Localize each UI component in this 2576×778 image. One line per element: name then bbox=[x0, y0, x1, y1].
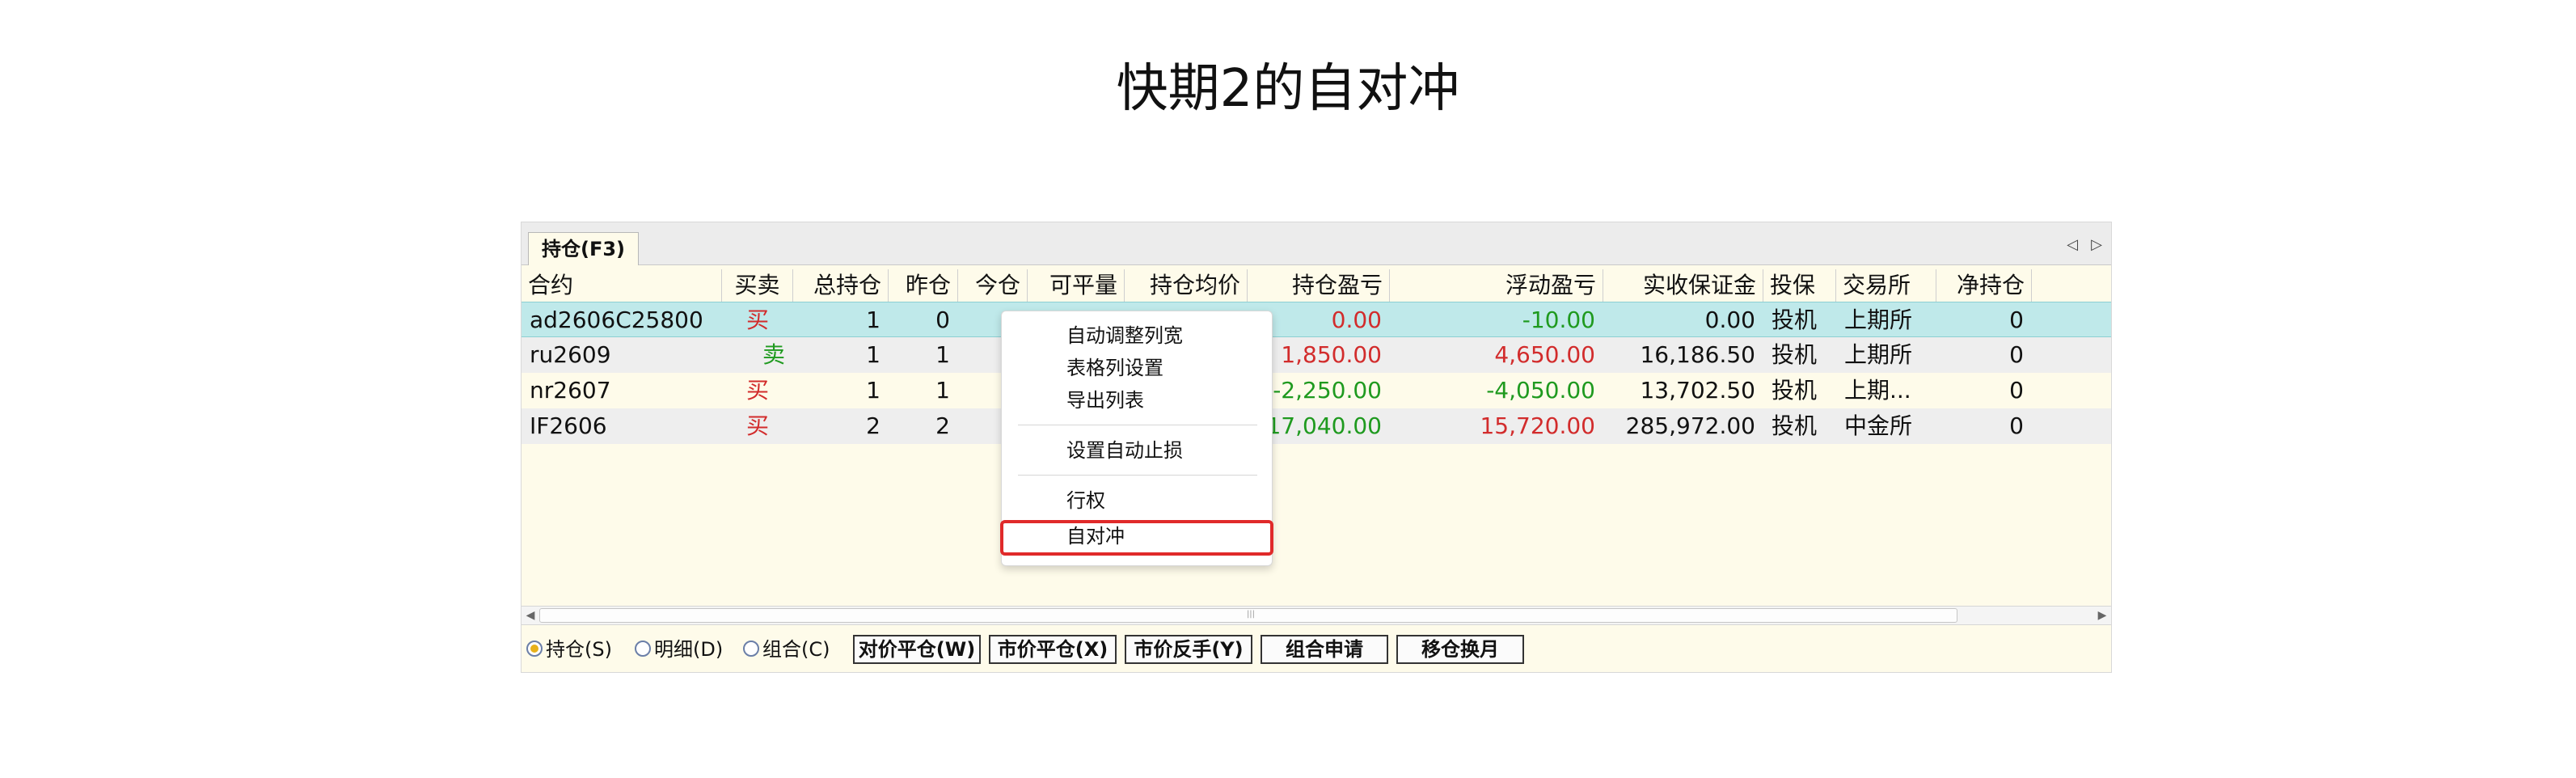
combination-apply-button[interactable]: 组合申请 bbox=[1261, 635, 1388, 664]
cell-yesterday: 2 bbox=[935, 412, 950, 439]
cell-exchange: 中金所 bbox=[1844, 412, 1913, 439]
cell-contract: ad2606C25800 bbox=[530, 307, 703, 333]
col-header-contract[interactable]: 合约 bbox=[522, 269, 722, 302]
cell-net: 0 bbox=[2009, 307, 2024, 333]
cell-net: 0 bbox=[2009, 377, 2024, 404]
radio-positions[interactable]: 持仓(S) bbox=[526, 636, 612, 662]
cell-margin: 0.00 bbox=[1704, 307, 1755, 333]
scroll-left-icon[interactable]: ◀ bbox=[522, 607, 539, 624]
bottom-toolbar: 持仓(S) 明细(D) 组合(C) 对价平仓(W) 市价平仓(X) 市价反手(Y… bbox=[522, 627, 2111, 672]
radio-label: 明细(D) bbox=[654, 638, 724, 661]
cell-margin: 16,186.50 bbox=[1640, 341, 1755, 368]
col-header-net[interactable]: 净持仓 bbox=[1936, 269, 2032, 302]
col-header-total[interactable]: 总持仓 bbox=[793, 269, 889, 302]
cell-total: 1 bbox=[866, 341, 880, 368]
table-header: 合约 买卖 总持仓 昨仓 今仓 可平量 持仓均价 持仓盈亏 浮动盈亏 实收保证金… bbox=[522, 269, 2111, 302]
menu-item-auto-fit-columns[interactable]: 自动调整列宽 bbox=[1002, 319, 1272, 352]
col-header-side[interactable]: 买卖 bbox=[722, 269, 793, 302]
radio-label: 组合(C) bbox=[762, 638, 830, 661]
col-header-yesterday[interactable]: 昨仓 bbox=[889, 269, 958, 302]
cell-exchange: 上期所 bbox=[1844, 307, 1913, 333]
tab-positions[interactable]: 持仓(F3) bbox=[528, 232, 640, 265]
menu-separator bbox=[1018, 475, 1257, 476]
menu-item-export-list[interactable]: 导出列表 bbox=[1002, 384, 1272, 416]
col-header-avg-price[interactable]: 持仓均价 bbox=[1125, 269, 1248, 302]
menu-item-column-settings[interactable]: 表格列设置 bbox=[1002, 352, 1272, 384]
cell-contract: ru2609 bbox=[530, 341, 611, 368]
cell-hedge: 投机 bbox=[1772, 412, 1818, 439]
radio-details[interactable]: 明细(D) bbox=[635, 636, 723, 662]
radio-combination[interactable]: 组合(C) bbox=[743, 636, 830, 662]
table-row[interactable]: ru2609 卖 1 1 1,850.00 4,650.00 16,186.50… bbox=[522, 337, 2111, 373]
cell-total: 1 bbox=[866, 377, 880, 404]
cell-side: 买 bbox=[745, 307, 769, 333]
table-row[interactable]: nr2607 买 1 1 -2,250.00 -4,050.00 13,702.… bbox=[522, 373, 2111, 408]
cell-side: 卖 bbox=[762, 341, 785, 368]
cell-exchange: 上期... bbox=[1844, 377, 1911, 404]
radio-label: 持仓(S) bbox=[546, 638, 612, 661]
cell-hedge: 投机 bbox=[1772, 341, 1818, 368]
cell-margin: 13,702.50 bbox=[1640, 377, 1755, 404]
tab-prev-icon[interactable]: ◁ bbox=[2064, 235, 2080, 255]
close-at-market-button[interactable]: 市价平仓(X) bbox=[989, 635, 1117, 664]
col-header-margin[interactable]: 实收保证金 bbox=[1603, 269, 1763, 302]
table-row[interactable]: IF2606 买 2 2 17,040.00 15,720.00 285,972… bbox=[522, 408, 2111, 444]
col-header-hedge[interactable]: 投保 bbox=[1763, 269, 1836, 302]
context-menu: 自动调整列宽 表格列设置 导出列表 设置自动止损 行权 自对冲 bbox=[1000, 311, 1273, 566]
col-header-exchange[interactable]: 交易所 bbox=[1836, 269, 1936, 302]
grip-icon: ||| bbox=[1246, 610, 1256, 619]
col-header-closable[interactable]: 可平量 bbox=[1028, 269, 1125, 302]
cell-side: 买 bbox=[745, 412, 769, 439]
cell-side: 买 bbox=[745, 377, 769, 404]
cell-hedge: 投机 bbox=[1772, 307, 1818, 333]
radio-icon bbox=[743, 641, 759, 657]
cell-yesterday: 1 bbox=[935, 377, 950, 404]
cell-net: 0 bbox=[2009, 412, 2024, 439]
radio-selected-icon bbox=[526, 641, 543, 657]
cell-yesterday: 0 bbox=[935, 307, 950, 333]
cell-float-pnl: -4,050.00 bbox=[1486, 377, 1595, 404]
cell-hedge: 投机 bbox=[1772, 377, 1818, 404]
cell-net: 0 bbox=[2009, 341, 2024, 368]
radio-icon bbox=[635, 641, 651, 657]
menu-item-exercise[interactable]: 行权 bbox=[1002, 484, 1272, 517]
tab-bar: 持仓(F3) ◁ ▷ bbox=[522, 222, 2111, 265]
col-header-float-pnl[interactable]: 浮动盈亏 bbox=[1390, 269, 1603, 302]
tab-next-icon[interactable]: ▷ bbox=[2088, 235, 2105, 255]
horizontal-scrollbar[interactable]: ◀ ||| ▶ bbox=[522, 606, 2111, 625]
market-reverse-button[interactable]: 市价反手(Y) bbox=[1125, 635, 1252, 664]
scroll-right-icon[interactable]: ▶ bbox=[2093, 607, 2111, 624]
cell-yesterday: 1 bbox=[935, 341, 950, 368]
col-header-today[interactable]: 今仓 bbox=[958, 269, 1028, 302]
cell-contract: IF2606 bbox=[530, 412, 607, 439]
cell-total: 2 bbox=[866, 412, 880, 439]
page-title: 快期2的自对冲 bbox=[1116, 59, 1460, 119]
positions-panel: 持仓(F3) ◁ ▷ 合约 买卖 总持仓 昨仓 今仓 可平量 持仓均价 持仓盈亏… bbox=[521, 222, 2112, 673]
cell-contract: nr2607 bbox=[530, 377, 611, 404]
col-header-pos-pnl[interactable]: 持仓盈亏 bbox=[1248, 269, 1390, 302]
cell-float-pnl: 4,650.00 bbox=[1494, 341, 1595, 368]
cell-margin: 285,972.00 bbox=[1625, 412, 1755, 439]
cell-float-pnl: -10.00 bbox=[1522, 307, 1595, 333]
scroll-thumb[interactable]: ||| bbox=[539, 608, 1957, 623]
cell-float-pnl: 15,720.00 bbox=[1480, 412, 1595, 439]
close-at-counter-price-button[interactable]: 对价平仓(W) bbox=[853, 635, 981, 664]
menu-item-self-hedge[interactable]: 自对冲 bbox=[1000, 520, 1273, 556]
table-row[interactable]: ad2606C25800 买 1 0 0.00 -10.00 0.00 投机 上… bbox=[522, 302, 2111, 337]
roll-position-button[interactable]: 移仓换月 bbox=[1396, 635, 1524, 664]
cell-total: 1 bbox=[866, 307, 880, 333]
cell-exchange: 上期所 bbox=[1844, 341, 1913, 368]
menu-item-auto-stop-loss[interactable]: 设置自动止损 bbox=[1002, 434, 1272, 467]
